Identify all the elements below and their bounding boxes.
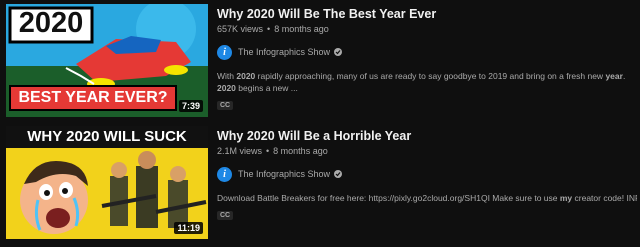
video-meta: 2.1M views • 8 months ago [217,146,637,156]
video-thumbnail[interactable]: WHY 2020 WILL SUCK 11:19 [6,126,208,239]
channel-avatar[interactable]: i [217,166,232,182]
desc-text: creator code! INFOGRAPHICS [574,193,637,203]
video-thumbnail[interactable]: 2020 BEST YEAR EVER? 7:39 [6,4,208,117]
desc-highlight: 2020 [217,83,236,93]
channel-avatar[interactable]: i [217,44,232,60]
desc-text: With [217,71,237,81]
video-title[interactable]: Why 2020 Will Be The Best Year Ever [217,7,637,21]
video-description: Download Battle Breakers for free here: … [217,192,637,204]
closed-captions-badge: CC [217,211,234,220]
video-result-1[interactable]: 2020 BEST YEAR EVER? 7:39 Why 2020 Will … [6,4,636,117]
closed-captions-badge: CC [217,101,234,110]
desc-text: begins a new ... [235,83,298,93]
channel-name[interactable]: The Infographics Show [238,47,330,57]
view-count: 657K views [217,24,264,34]
desc-highlight: my [559,193,573,203]
video-info: Why 2020 Will Be The Best Year Ever 657K… [217,4,637,112]
video-duration: 11:19 [174,222,203,234]
video-meta: 657K views • 8 months ago [217,24,637,34]
desc-highlight: 2020 [236,71,256,81]
thumbnail-headline-top: 2020 [18,7,84,39]
upload-age: 8 months ago [273,146,328,156]
upload-age: 8 months ago [274,24,329,34]
verified-check-icon [334,170,343,178]
video-description: With 2020 rapidly approaching, many of u… [217,70,637,94]
desc-text: Download Battle Breakers for free here: … [217,193,560,203]
video-result-2[interactable]: WHY 2020 WILL SUCK 11:19 Why 2020 Will B… [6,126,637,239]
meta-separator: • [267,24,271,34]
channel-row[interactable]: i The Infographics Show [217,44,637,60]
channel-row[interactable]: i The Infographics Show [217,166,637,182]
thumbnail-headline-top: WHY 2020 WILL SUCK [27,128,187,145]
verified-check-icon [334,48,343,56]
meta-separator: • [266,146,270,156]
thumbnail-headline-bottom: BEST YEAR EVER? [18,89,168,106]
desc-text: rapidly approaching, many of us are read… [255,71,606,81]
video-title[interactable]: Why 2020 Will Be a Horrible Year [217,129,637,143]
desc-text: . [622,71,626,81]
video-info: Why 2020 Will Be a Horrible Year 2.1M vi… [217,126,637,222]
channel-name[interactable]: The Infographics Show [238,169,330,179]
desc-highlight: year [605,71,623,81]
view-count: 2.1M views [217,146,263,156]
video-duration: 7:39 [178,100,203,112]
